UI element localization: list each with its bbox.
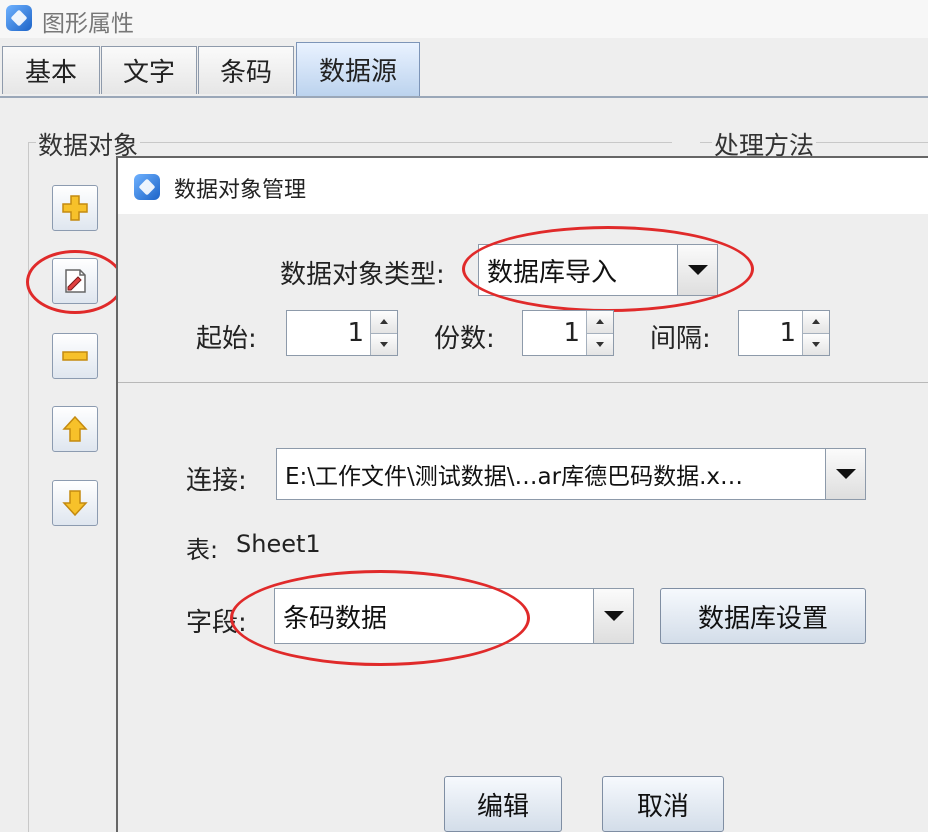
table-value: Sheet1 <box>236 530 321 558</box>
dialog-app-icon <box>134 174 160 200</box>
move-up-icon <box>62 415 88 442</box>
field-value: 条码数据 <box>283 603 388 634</box>
db-settings-button[interactable]: 数据库设置 <box>660 588 866 644</box>
increment-icon[interactable] <box>587 311 613 334</box>
interval-spinner[interactable]: 1 <box>738 310 830 356</box>
chevron-down-icon[interactable] <box>825 449 865 499</box>
move-up-button[interactable] <box>52 406 98 452</box>
interval-value: 1 <box>779 318 796 348</box>
edit-dialog-button[interactable]: 编辑 <box>444 776 562 832</box>
connection-select[interactable]: E:\工作文件\测试数据\…ar库德巴码数据.x… <box>276 448 866 500</box>
connection-label: 连接: <box>186 466 247 496</box>
remove-icon <box>62 351 88 361</box>
window-title: 图形属性 <box>42 11 134 37</box>
copies-spinner[interactable]: 1 <box>522 310 614 356</box>
app-icon <box>6 5 32 31</box>
chevron-down-icon[interactable] <box>593 589 633 643</box>
dialog-title: 数据对象管理 <box>174 178 307 203</box>
tab-basic[interactable]: 基本 <box>2 46 100 94</box>
start-label: 起始: <box>196 324 257 354</box>
tab-data-source[interactable]: 数据源 <box>296 42 420 96</box>
table-label: 表: <box>186 536 219 564</box>
increment-icon[interactable] <box>803 311 829 334</box>
move-down-icon <box>62 490 88 517</box>
field-select[interactable]: 条码数据 <box>274 588 634 644</box>
edit-button[interactable] <box>52 258 98 304</box>
start-spinner[interactable]: 1 <box>286 310 398 356</box>
move-down-button[interactable] <box>52 480 98 526</box>
decrement-icon[interactable] <box>587 333 613 355</box>
add-button[interactable] <box>52 185 98 231</box>
start-value: 1 <box>347 318 364 348</box>
data-object-manager-dialog: 数据对象管理 数据对象类型: 数据库导入 起始: 1 份数: 1 间隔: 1 连… <box>116 156 928 832</box>
copies-value: 1 <box>563 318 580 348</box>
decrement-icon[interactable] <box>371 333 397 355</box>
interval-label: 间隔: <box>650 324 711 354</box>
copies-label: 份数: <box>434 324 495 354</box>
remove-button[interactable] <box>52 333 98 379</box>
chevron-down-icon[interactable] <box>677 245 717 295</box>
type-select[interactable]: 数据库导入 <box>478 244 718 296</box>
edit-icon <box>65 269 86 293</box>
dialog-title-bar: 数据对象管理 <box>118 158 928 214</box>
window-title-bar: 图形属性 <box>0 0 928 38</box>
tab-text[interactable]: 文字 <box>101 46 197 94</box>
tab-strip: 基本 文字 条码 数据源 <box>0 38 928 98</box>
cancel-button[interactable]: 取消 <box>602 776 724 832</box>
add-icon <box>62 195 88 221</box>
type-value: 数据库导入 <box>487 257 618 288</box>
dialog-separator <box>118 382 928 383</box>
decrement-icon[interactable] <box>803 333 829 355</box>
increment-icon[interactable] <box>371 311 397 334</box>
tab-barcode[interactable]: 条码 <box>198 46 294 94</box>
type-label: 数据对象类型: <box>280 260 445 290</box>
data-object-group-border-left <box>28 142 29 832</box>
field-label: 字段: <box>186 608 247 638</box>
connection-value: E:\工作文件\测试数据\…ar库德巴码数据.x… <box>285 464 744 490</box>
